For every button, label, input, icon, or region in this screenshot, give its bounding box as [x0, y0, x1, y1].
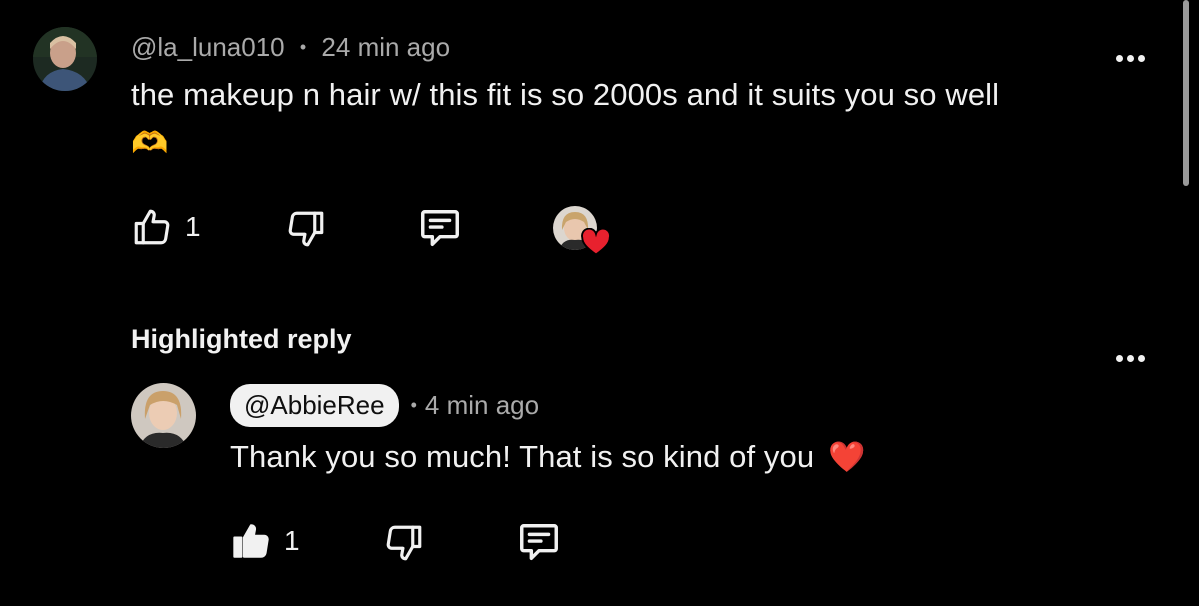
reply-meta: @AbbieRee • 4 min ago	[230, 384, 539, 427]
reply-like-count: 1	[284, 525, 300, 556]
comment-more-options-icon[interactable]	[1116, 55, 1145, 62]
creator-heart-badge	[553, 206, 613, 258]
comment-reply-button[interactable]	[416, 206, 464, 257]
comment-icon	[520, 524, 558, 561]
reply-more-options-icon[interactable]	[1116, 355, 1145, 362]
meta-separator: •	[299, 37, 307, 57]
comment-text: the makeup n hair w/ this fit is so 2000…	[131, 77, 1000, 112]
comment-dislike-button[interactable]	[285, 208, 327, 255]
meta-separator: •	[410, 395, 417, 415]
comment-like-count: 1	[185, 211, 201, 242]
comment-icon	[421, 210, 459, 247]
thumbs-up-icon	[134, 209, 170, 245]
reply-time[interactable]: 4 min ago	[425, 390, 539, 421]
reply-dislike-button[interactable]	[383, 522, 425, 569]
heart-emoji: ❤️	[828, 440, 866, 474]
comment-like-button[interactable]: 1	[131, 206, 201, 248]
commenter-avatar[interactable]	[33, 27, 97, 91]
reply-reply-button[interactable]	[515, 520, 563, 571]
thumbs-down-icon	[386, 525, 422, 561]
comment-author[interactable]: @la_luna010	[131, 32, 285, 62]
comment-emoji: 🫶	[131, 127, 169, 160]
thumbs-up-filled-icon	[233, 524, 269, 558]
reply-like-button[interactable]: 1	[230, 520, 300, 562]
heart-icon	[581, 228, 611, 256]
scrollbar[interactable]	[1183, 0, 1189, 186]
reply-author-avatar[interactable]	[131, 383, 196, 448]
comment-meta: @la_luna010 • 24 min ago	[131, 32, 450, 63]
highlighted-reply-label: Highlighted reply	[131, 324, 352, 354]
reply-author[interactable]: @AbbieRee	[230, 384, 399, 427]
comment-time[interactable]: 24 min ago	[321, 32, 450, 62]
thumbs-down-icon	[288, 211, 324, 247]
reply-text-line: Thank you so much! That is so kind of yo…	[230, 439, 866, 475]
reply-text: Thank you so much! That is so kind of yo…	[230, 439, 815, 474]
